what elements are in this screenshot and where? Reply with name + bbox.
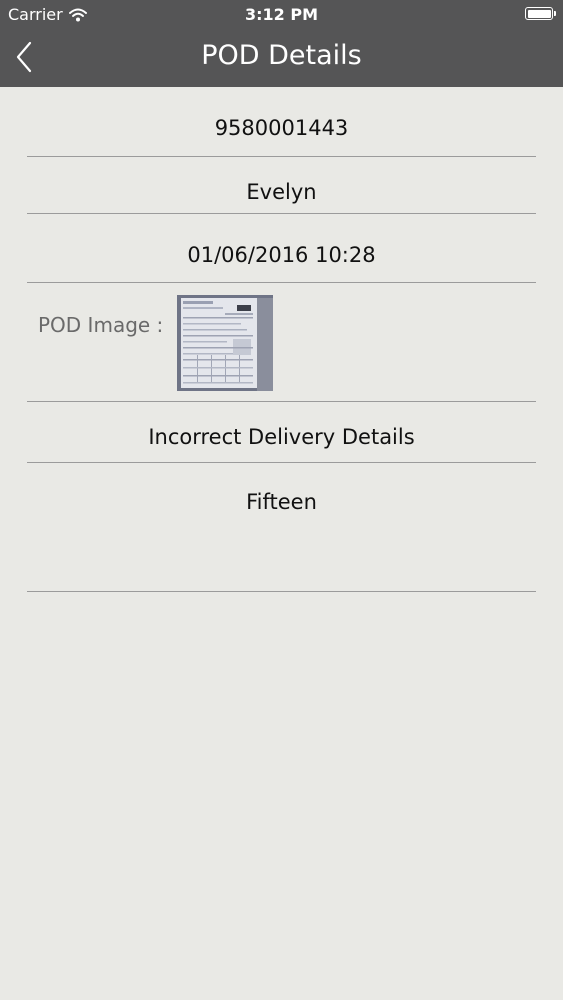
recipient-name: Evelyn xyxy=(246,180,317,204)
pod-image-row: POD Image : xyxy=(27,283,536,402)
reason-row: Incorrect Delivery Details xyxy=(27,402,536,463)
delivery-notes: Fifteen xyxy=(246,490,317,514)
reference-number: 9580001443 xyxy=(214,116,349,140)
status-bar: Carrier 3:12 PM xyxy=(0,0,563,29)
delivery-datetime: 01/06/2016 10:28 xyxy=(187,243,376,267)
page-title: POD Details xyxy=(201,40,362,71)
notes-row: Fifteen xyxy=(27,463,536,592)
pod-image-thumbnail[interactable] xyxy=(177,295,273,391)
navigation-bar: POD Details xyxy=(0,29,563,87)
pod-document-image xyxy=(177,295,273,391)
battery-fill xyxy=(527,9,551,18)
datetime-row: 01/06/2016 10:28 xyxy=(27,214,536,283)
pod-image-label: POD Image : xyxy=(38,313,164,337)
name-row: Evelyn xyxy=(27,157,536,214)
status-time: 3:12 PM xyxy=(244,5,318,24)
battery-icon xyxy=(525,7,556,20)
reference-row: 9580001443 xyxy=(27,87,536,157)
delivery-reason: Incorrect Delivery Details xyxy=(148,425,415,449)
